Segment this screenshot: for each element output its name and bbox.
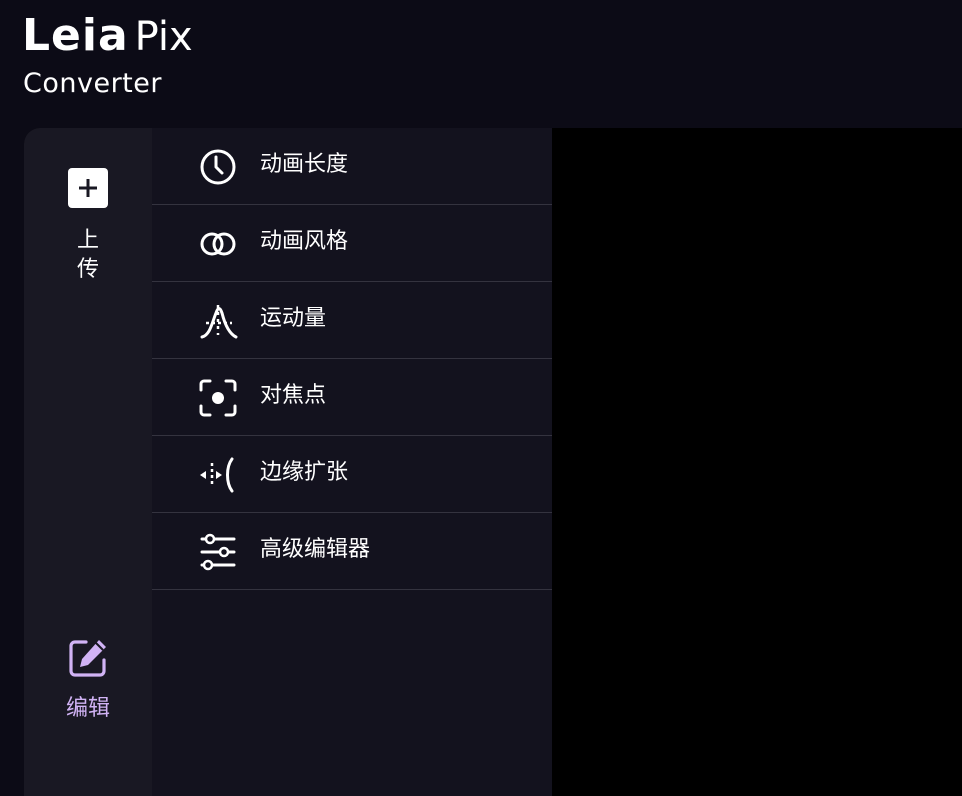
menu-item-label: 高级编辑器 (260, 537, 371, 562)
logo-subtitle: Converter (23, 68, 162, 99)
edit-label: 编辑 (65, 696, 110, 721)
logo-product: Pix (134, 14, 193, 60)
menu-item-animation-length[interactable]: 动画长度 (152, 128, 552, 205)
motion-amount-icon (200, 305, 238, 339)
logo-brand: Leia (22, 10, 129, 61)
menu-item-motion-amount[interactable]: 运动量 (152, 282, 552, 359)
overlapping-circles-icon (200, 232, 236, 256)
clock-icon (200, 149, 236, 185)
menu-item-label: 运动量 (260, 306, 327, 331)
upload-label: 上传 (76, 228, 99, 282)
menu-item-animation-style[interactable]: 动画风格 (152, 205, 552, 282)
side-rail: 上传 编辑 (24, 128, 152, 796)
edit-icon (69, 640, 106, 677)
upload-button[interactable]: 上传 (24, 168, 152, 308)
edit-button[interactable]: 编辑 (24, 636, 152, 746)
menu-item-label: 动画长度 (260, 152, 349, 177)
edit-options-menu: 动画长度 动画风格 运动量 对焦点 边缘扩张 高级编辑器 (152, 128, 552, 796)
menu-item-label: 对焦点 (260, 383, 327, 408)
focus-point-icon (199, 379, 237, 417)
app-header: Leia Pix Converter (0, 0, 962, 128)
plus-icon (68, 168, 108, 208)
menu-item-label: 动画风格 (260, 229, 349, 254)
menu-item-edge-expansion[interactable]: 边缘扩张 (152, 436, 552, 513)
image-preview-area[interactable] (552, 128, 962, 796)
menu-item-label: 边缘扩张 (260, 460, 349, 485)
menu-item-advanced-editor[interactable]: 高级编辑器 (152, 513, 552, 590)
edge-expand-icon (200, 457, 234, 493)
menu-item-focus-point[interactable]: 对焦点 (152, 359, 552, 436)
logo: Leia Pix (22, 8, 193, 65)
app-panel: 上传 编辑 动画长度 动画风格 运动量 对焦点 边缘扩张 高级编辑器 (24, 128, 962, 796)
sliders-icon (200, 533, 236, 571)
